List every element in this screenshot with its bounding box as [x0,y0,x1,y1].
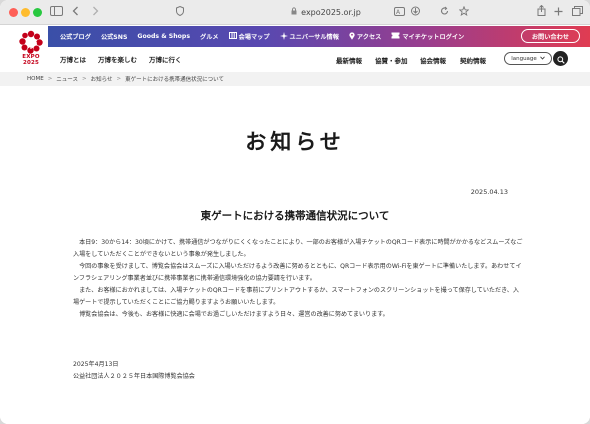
zoom-window-button[interactable] [33,8,42,17]
topbar-map-label: 会場マップ [238,34,270,41]
map-icon [228,32,237,41]
topbar-blog-link[interactable]: 公式ブログ [60,32,91,41]
topbar-gourmet-link[interactable]: グルメ [200,32,219,41]
close-window-button[interactable] [9,8,18,17]
search-icon [556,49,565,68]
article-paragraph: 本日9：30から14：30頃にかけて、携帯通信がつながりにくくなったことにより、… [73,239,523,258]
breadcrumb-news[interactable]: ニュース [56,75,78,83]
article-paragraph: 博覧会協会は、今後も、お客様に快適に会場でお過ごしいただけますよう日々、運営の改… [79,311,389,318]
new-tab-icon[interactable] [554,4,563,20]
article-signature: 2025年4月13日 公益社団法人２０２５年日本国際博覧会協会 [73,359,195,383]
forward-icon[interactable] [92,4,99,20]
main-content: お知らせ 2025.04.13 東ゲートにおける携帯通信状況について 本日9：3… [0,87,590,424]
topbar-access-link[interactable]: アクセス [349,31,382,42]
breadcrumb-separator-icon: > [82,76,87,82]
chevron-down-icon [540,56,545,62]
star-icon[interactable] [458,4,470,20]
location-pin-icon [349,31,355,42]
nav-about-expo[interactable]: 万博とは [60,54,86,64]
breadcrumb-separator-icon: > [47,76,53,82]
topbar-universal-link[interactable]: ユニバーサル情報 [279,31,339,42]
topbar-goods-link[interactable]: Goods & Shops [137,33,190,40]
page-title: お知らせ [245,130,345,154]
sidebar-icon[interactable] [50,4,63,20]
article-date: 2025.04.13 [470,188,508,196]
ticket-icon [391,32,400,41]
breadcrumb-notices[interactable]: お知らせ [91,75,113,83]
breadcrumb-separator-icon: > [116,76,122,82]
topbar-access-label: アクセス [356,34,382,41]
nav-sponsorship[interactable]: 協賛・参加 [375,55,408,65]
nav-association-info[interactable]: 協会情報 [420,55,446,65]
address-url: expo2025.or.jp [301,7,361,17]
translate-icon[interactable]: A [394,4,405,20]
topbar-ticket-label: マイチケットログイン [402,34,465,41]
nav-latest-news[interactable]: 最新情報 [336,55,362,65]
utility-bar: 公式ブログ 公式SNS Goods & Shops グルメ 会場マップ ユニバー… [48,26,590,47]
article-title: 東ゲートにおける携帯通信状況について [200,210,390,222]
signature-organization: 公益社団法人２０２５年日本国際博覧会協会 [73,373,195,380]
logo-mark-icon [19,30,43,54]
breadcrumb: HOME > ニュース > お知らせ > 東ゲートにおける携帯通信状況について [0,72,590,86]
breadcrumb-home[interactable]: HOME [27,76,44,82]
language-label: language [511,55,537,62]
share-icon[interactable] [537,4,546,20]
signature-date: 2025年4月13日 [73,361,119,368]
minimize-window-button[interactable] [21,8,30,17]
topbar-ticket-link[interactable]: マイチケットログイン [391,32,464,41]
search-button[interactable] [553,51,568,66]
language-selector[interactable]: language [504,52,552,65]
nav-contract-info[interactable]: 契約情報 [460,55,486,65]
logo-text-year: 2025 [22,60,40,66]
browser-window: expo2025.or.jp A EXPO 2025 公式ブログ 公式SNS G… [0,0,590,424]
expo-logo[interactable]: EXPO 2025 [12,30,50,70]
article-body: 本日9：30から14：30頃にかけて、携帯通信がつながりにくくなったことにより、… [73,237,523,321]
nav-enjoy-expo[interactable]: 万博を楽しむ [98,54,137,64]
back-icon[interactable] [72,4,79,20]
nav-visit-expo[interactable]: 万博に行く [149,54,182,64]
download-icon[interactable] [411,4,420,20]
topbar-universal-label: ユニバーサル情報 [289,34,339,41]
breadcrumb-current: 東ゲートにおける携帯通信状況について [125,77,224,83]
lock-icon [291,7,297,17]
svg-text:A: A [396,9,401,16]
tabs-icon[interactable] [572,4,583,20]
article-paragraph: 今回の事象を受けまして、博覧会協会はスムーズに入場いただけるよう改善に努めるとと… [73,263,522,282]
site-header: EXPO 2025 公式ブログ 公式SNS Goods & Shops グルメ … [0,26,590,71]
address-bar[interactable]: expo2025.or.jp [176,4,476,20]
topbar-map-link[interactable]: 会場マップ [228,32,270,41]
refresh-icon[interactable] [440,4,449,20]
topbar-sns-link[interactable]: 公式SNS [101,32,127,41]
article-paragraph: また、お客様におかれましては、入場チケットのQRコードを事前にプリントアウトする… [73,287,519,306]
contact-button[interactable]: お問い合わせ [520,29,580,43]
browser-toolbar: expo2025.or.jp A [0,0,590,25]
sparkle-icon [279,31,288,42]
main-nav: 万博とは 万博を楽しむ 万博に行く 最新情報 協賛・参加 協会情報 契約情報 l… [48,48,590,70]
